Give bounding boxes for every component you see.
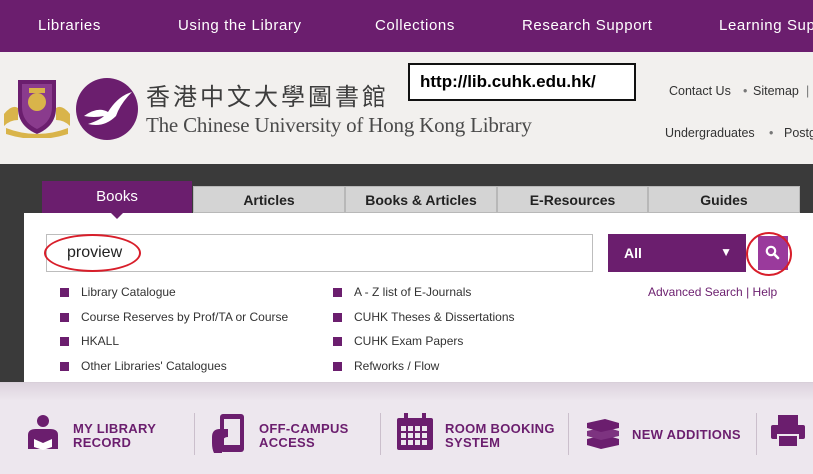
quick-link-divider: [568, 413, 569, 455]
quick-link-divider: [194, 413, 195, 455]
postgraduates-link[interactable]: Postg: [784, 126, 813, 140]
tab-articles[interactable]: Articles: [193, 186, 345, 213]
chevron-down-icon: ▼: [720, 245, 732, 259]
printer-icon: [771, 415, 805, 448]
link-label: A - Z list of E-Journals: [354, 285, 472, 299]
bullet-square-icon: [60, 337, 69, 346]
tab-books-and-articles[interactable]: Books & Articles: [345, 186, 497, 213]
tab-e-resources[interactable]: E-Resources: [497, 186, 648, 213]
search-section: Books Articles Books & Articles E-Resour…: [0, 164, 813, 398]
cuhk-exam-papers-link[interactable]: CUHK Exam Papers: [333, 334, 515, 359]
link-label: HKALL: [81, 334, 120, 348]
bullet-square-icon: [60, 288, 69, 297]
utility-separator-dot: •: [743, 84, 748, 98]
bullet-square-icon: [333, 337, 342, 346]
search-links-right: A - Z list of E-Journals CUHK Theses & D…: [333, 285, 515, 383]
link-label: Other Libraries' Catalogues: [81, 358, 227, 373]
refworks-flow-link[interactable]: Refworks / Flow: [333, 359, 515, 384]
tab-books[interactable]: Books: [42, 181, 192, 214]
help-separator: |: [746, 285, 750, 299]
a-z-e-journals-link[interactable]: A - Z list of E-Journals: [333, 285, 515, 310]
nav-item-using-the-library[interactable]: Using the Library: [178, 17, 302, 34]
search-icon: [765, 245, 780, 260]
cuhk-theses-link[interactable]: CUHK Theses & Dissertations: [333, 310, 515, 335]
quick-link-label: MY LIBRARY RECORD: [73, 421, 157, 450]
audience-separator-dot: •: [769, 126, 774, 140]
quick-link-label: ROOM BOOKING SYSTEM: [445, 421, 555, 450]
library-record-icon: [28, 415, 58, 450]
quick-links-bar: MY LIBRARY RECORD OFF-CAMPUS ACCESS ROOM B…: [0, 382, 813, 474]
bullet-square-icon: [333, 288, 342, 297]
nav-item-collections[interactable]: Collections: [375, 17, 455, 34]
library-bird-logo-icon[interactable]: [74, 76, 140, 142]
university-crest-icon[interactable]: [2, 74, 72, 138]
quick-link-divider: [756, 413, 757, 455]
link-label: CUHK Exam Papers: [354, 334, 464, 348]
tab-guides[interactable]: Guides: [648, 186, 800, 213]
url-annotation: http://lib.cuhk.edu.hk/: [408, 63, 636, 101]
search-tabs: Books Articles Books & Articles E-Resour…: [0, 164, 813, 219]
advanced-search-link[interactable]: Advanced Search: [648, 285, 743, 299]
advanced-search-help: Advanced Search | Help: [648, 285, 777, 299]
sitemap-link[interactable]: Sitemap: [753, 84, 799, 98]
quickbar-shadow: [0, 383, 813, 401]
search-scope-select[interactable]: All ▼: [608, 234, 746, 272]
help-link[interactable]: Help: [753, 285, 778, 299]
other-libraries-catalogues-link[interactable]: Other Libraries' Catalogues: [60, 359, 288, 384]
quick-link-label: NEW ADDITIONS: [632, 427, 741, 442]
bullet-square-icon: [60, 361, 69, 371]
calendar-icon: [397, 413, 433, 450]
search-input[interactable]: [46, 234, 593, 272]
search-panel: All ▼ Advanced Search | Help Library Cat…: [24, 213, 813, 398]
link-label: Refworks / Flow: [354, 358, 440, 373]
link-label: CUHK Theses & Dissertations: [354, 309, 515, 324]
library-name-chinese: 香港中文大學圖書館: [146, 83, 389, 111]
mobile-access-icon: [212, 414, 244, 453]
nav-item-learning-support[interactable]: Learning Sup: [719, 17, 813, 34]
nav-item-research-support[interactable]: Research Support: [522, 17, 653, 34]
library-name-english: The Chinese University of Hong Kong Libr…: [146, 113, 532, 137]
bullet-square-icon: [60, 312, 69, 322]
contact-us-link[interactable]: Contact Us: [669, 84, 731, 98]
link-label: Course Reserves by Prof/TA or Course: [81, 309, 289, 324]
site-header: 香港中文大學圖書館 The Chinese University of Hong…: [0, 52, 813, 164]
search-button[interactable]: [758, 236, 788, 270]
bullet-square-icon: [333, 312, 342, 322]
undergraduates-link[interactable]: Undergraduates: [665, 126, 755, 140]
hkall-link[interactable]: HKALL: [60, 334, 288, 359]
active-tab-pointer: [110, 212, 124, 219]
bullet-square-icon: [333, 361, 342, 371]
search-links-left: Library Catalogue Course Reserves by Pro…: [60, 285, 288, 383]
nav-item-libraries[interactable]: Libraries: [38, 17, 101, 34]
books-stack-icon: [587, 419, 619, 449]
search-scope-value: All: [624, 245, 642, 261]
quick-link-label: OFF-CAMPUS ACCESS: [259, 421, 349, 450]
quick-link-divider: [380, 413, 381, 455]
course-reserves-link[interactable]: Course Reserves by Prof/TA or Course: [60, 310, 288, 335]
top-navigation: Libraries Using the Library Collections …: [0, 0, 813, 52]
library-catalogue-link[interactable]: Library Catalogue: [60, 285, 288, 310]
utility-separator-bar: |: [806, 84, 810, 98]
link-label: Library Catalogue: [81, 285, 176, 299]
